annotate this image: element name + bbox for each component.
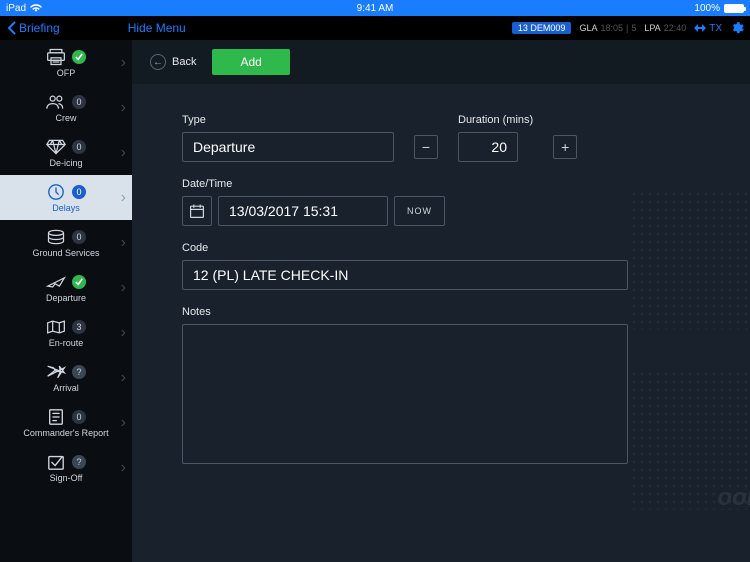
hide-menu-button[interactable]: Hide Menu [128, 21, 186, 35]
add-button[interactable]: Add [212, 49, 289, 75]
sidebar-item-label: OFP [57, 68, 76, 78]
dest-code: LPA22:40 [644, 23, 686, 33]
sidebar-item-label: Departure [46, 293, 86, 303]
duration-plus-button[interactable]: + [553, 135, 577, 159]
notes-label: Notes [182, 306, 700, 318]
chevron-right-icon: › [121, 189, 126, 207]
sidebar-item-label: Delays [52, 203, 80, 213]
duration-minus-button[interactable]: − [414, 135, 438, 159]
main-layout: OFP › 0 Crew › 0 De-icing › 0 Delays [0, 40, 750, 562]
map-icon [46, 318, 66, 336]
sidebar-item-crew[interactable]: 0 Crew › [0, 85, 132, 130]
nav-back-label: Briefing [19, 21, 60, 35]
count-badge: 0 [72, 410, 86, 424]
chevron-right-icon: › [121, 369, 126, 387]
sidebar-item-label: Crew [55, 113, 76, 123]
clock-icon [46, 183, 66, 201]
count-badge: 0 [72, 230, 86, 244]
notes-textarea[interactable] [182, 324, 628, 464]
sidebar-item-enroute[interactable]: 3 En-route › [0, 310, 132, 355]
code-select[interactable] [182, 260, 628, 290]
sync-icon [694, 23, 706, 33]
printer-icon [46, 48, 66, 66]
sidebar-item-label: Ground Services [32, 248, 99, 258]
sidebar-item-label: De-icing [49, 158, 82, 168]
chevron-right-icon: › [121, 234, 126, 252]
sidebar-item-label: Sign-Off [50, 473, 83, 483]
ios-status-bar: iPad 9:41 AM 100% [0, 0, 750, 16]
sidebar-item-label: En-route [49, 338, 84, 348]
delay-form: Type − Duration (mins) + Date/Time NOW [132, 84, 750, 562]
carrier-label: iPad [6, 3, 26, 14]
chevron-right-icon: › [121, 324, 126, 342]
sidebar-item-ground[interactable]: 0 Ground Services › [0, 220, 132, 265]
sidebar-item-departure[interactable]: Departure › [0, 265, 132, 310]
type-select[interactable] [182, 132, 394, 162]
type-label: Type [182, 114, 394, 126]
stack-icon [46, 228, 66, 246]
check-badge [72, 275, 86, 289]
count-badge: 3 [72, 320, 86, 334]
gear-icon[interactable] [730, 21, 744, 35]
sidebar-item-arrival[interactable]: ? Arrival › [0, 355, 132, 400]
plane-down-icon [46, 363, 66, 381]
calendar-icon[interactable] [182, 196, 212, 226]
duration-label: Duration (mins) [458, 114, 533, 126]
sidebar-item-label: Commander's Report [23, 428, 108, 438]
code-label: Code [182, 242, 700, 254]
sidebar-item-label: Arrival [53, 383, 79, 393]
question-badge: ? [72, 455, 86, 469]
tx-indicator[interactable]: TX [694, 23, 722, 34]
content-pane: ook ← Back Add Type − Duration (mins) + [132, 40, 750, 562]
datetime-label: Date/Time [182, 178, 700, 190]
sidebar-item-delays[interactable]: 0 Delays › [0, 175, 132, 220]
nav-back-button[interactable]: Briefing [0, 21, 68, 35]
chevron-right-icon: › [121, 99, 126, 117]
sidebar-item-deicing[interactable]: 0 De-icing › [0, 130, 132, 175]
back-button[interactable]: ← Back [144, 50, 202, 74]
sidebar-item-signoff[interactable]: ? Sign-Off › [0, 445, 132, 490]
battery-icon [724, 4, 744, 13]
people-icon [46, 93, 66, 111]
clock: 9:41 AM [357, 3, 394, 14]
sidebar-item-ofp[interactable]: OFP › [0, 40, 132, 85]
origin-code: GLA18:05|5 [579, 23, 636, 33]
chevron-right-icon: › [121, 144, 126, 162]
plane-up-icon [46, 273, 66, 291]
count-badge: 0 [72, 140, 86, 154]
back-label: Back [172, 56, 196, 68]
chevron-right-icon: › [121, 414, 126, 432]
checkbox-icon [46, 453, 66, 471]
question-badge: ? [72, 365, 86, 379]
check-badge [72, 50, 86, 64]
report-icon [46, 408, 66, 426]
content-toolbar: ← Back Add [132, 40, 750, 84]
count-badge: 0 [72, 185, 86, 199]
sidebar-item-commanders-report[interactable]: 0 Commander's Report › [0, 400, 132, 445]
duration-input[interactable] [458, 132, 518, 162]
chevron-left-icon [8, 21, 17, 35]
chevron-right-icon: › [121, 459, 126, 477]
wifi-icon [30, 4, 42, 13]
datetime-input[interactable] [218, 196, 388, 226]
arrow-left-icon: ← [150, 54, 166, 70]
sidebar: OFP › 0 Crew › 0 De-icing › 0 Delays [0, 40, 132, 562]
count-badge: 0 [72, 95, 86, 109]
flight-id-pill[interactable]: 13 DEM009 [512, 22, 572, 34]
battery-percent: 100% [694, 3, 720, 14]
now-button[interactable]: NOW [394, 196, 445, 226]
diamond-icon [46, 138, 66, 156]
app-header: Briefing Hide Menu 13 DEM009 GLA18:05|5 … [0, 16, 750, 40]
chevron-right-icon: › [121, 54, 126, 72]
chevron-right-icon: › [121, 279, 126, 297]
